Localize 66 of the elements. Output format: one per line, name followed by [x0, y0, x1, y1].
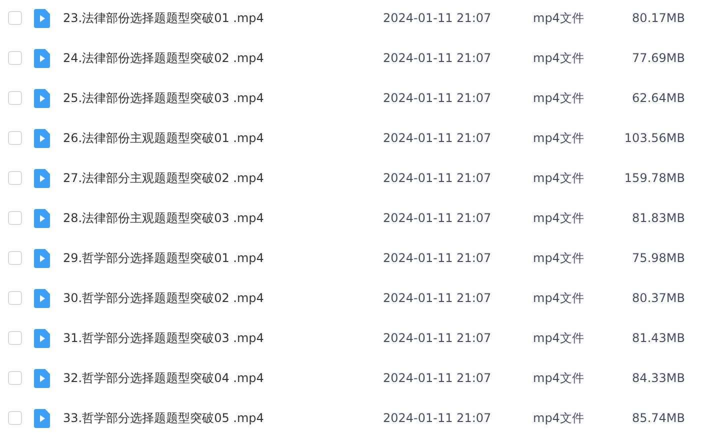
- modified-date: 2024-01-11 21:07: [383, 51, 492, 65]
- video-file-icon: [34, 168, 50, 188]
- file-type: mp4文件: [533, 90, 585, 106]
- video-file-icon: [34, 368, 50, 388]
- file-type: mp4文件: [533, 170, 585, 186]
- modified-date: 2024-01-11 21:07: [383, 291, 492, 305]
- file-type: mp4文件: [533, 290, 585, 306]
- file-name[interactable]: 27.法律部分主观题题型突破02 .mp4: [63, 170, 383, 186]
- checkbox[interactable]: [8, 91, 22, 105]
- file-name[interactable]: 29.哲学部分选择题题型突破01 .mp4: [63, 250, 383, 266]
- modified-date: 2024-01-11 21:07: [383, 331, 492, 345]
- file-type: mp4文件: [533, 130, 585, 146]
- file-type: mp4文件: [533, 210, 585, 226]
- video-file-icon: [34, 128, 50, 148]
- checkbox[interactable]: [8, 371, 22, 385]
- video-file-icon: [34, 8, 50, 28]
- video-file-icon: [34, 208, 50, 228]
- checkbox[interactable]: [8, 171, 22, 185]
- video-file-icon: [34, 328, 50, 348]
- file-name[interactable]: 33.哲学部分选择题题型突破05 .mp4: [63, 410, 383, 426]
- file-name[interactable]: 31.哲学部分选择题题型突破03 .mp4: [63, 330, 383, 346]
- checkbox[interactable]: [8, 251, 22, 265]
- file-size: 103.56MB: [623, 131, 685, 145]
- video-file-icon: [34, 88, 50, 108]
- modified-date: 2024-01-11 21:07: [383, 371, 492, 385]
- file-name[interactable]: 25.法律部份选择题题型突破03 .mp4: [63, 90, 383, 106]
- file-name[interactable]: 28.法律部份主观题题型突破03 .mp4: [63, 210, 383, 226]
- file-size: 81.83MB: [631, 211, 685, 225]
- file-name[interactable]: 32.哲学部分选择题题型突破04 .mp4: [63, 370, 383, 386]
- file-type: mp4文件: [533, 10, 585, 26]
- modified-date: 2024-01-11 21:07: [383, 211, 492, 225]
- file-name[interactable]: 30.哲学部分选择题题型突破02 .mp4: [63, 290, 383, 306]
- file-size: 85.74MB: [631, 411, 685, 425]
- modified-date: 2024-01-11 21:07: [383, 131, 492, 145]
- checkbox[interactable]: [8, 291, 22, 305]
- checkbox[interactable]: [8, 211, 22, 225]
- file-size: 80.17MB: [631, 11, 685, 25]
- file-type: mp4文件: [533, 50, 585, 66]
- modified-date: 2024-01-11 21:07: [383, 91, 492, 105]
- file-type: mp4文件: [533, 330, 585, 346]
- file-size: 80.37MB: [631, 291, 685, 305]
- video-file-icon: [34, 288, 50, 308]
- file-size: 81.43MB: [631, 331, 685, 345]
- modified-date: 2024-01-11 21:07: [383, 251, 492, 265]
- checkbox[interactable]: [8, 51, 22, 65]
- file-size: 77.69MB: [631, 51, 685, 65]
- file-type: mp4文件: [533, 250, 585, 266]
- checkbox[interactable]: [8, 131, 22, 145]
- video-file-icon: [34, 408, 50, 428]
- video-file-icon: [34, 48, 50, 68]
- checkbox[interactable]: [8, 411, 22, 425]
- checkbox[interactable]: [8, 331, 22, 345]
- modified-date: 2024-01-11 21:07: [383, 171, 492, 185]
- file-name[interactable]: 23.法律部份选择题题型突破01 .mp4: [63, 10, 383, 26]
- file-size: 62.64MB: [631, 91, 685, 105]
- file-size: 159.78MB: [623, 171, 685, 185]
- file-type: mp4文件: [533, 410, 585, 426]
- file-name[interactable]: 26.法律部份主观题题型突破01 .mp4: [63, 130, 383, 146]
- file-size: 75.98MB: [631, 251, 685, 265]
- file-type: mp4文件: [533, 370, 585, 386]
- file-name[interactable]: 24.法律部份选择题题型突破02 .mp4: [63, 50, 383, 66]
- file-size: 84.33MB: [631, 371, 685, 385]
- modified-date: 2024-01-11 21:07: [383, 411, 492, 425]
- checkbox[interactable]: [8, 11, 22, 25]
- modified-date: 2024-01-11 21:07: [383, 11, 492, 25]
- video-file-icon: [34, 248, 50, 268]
